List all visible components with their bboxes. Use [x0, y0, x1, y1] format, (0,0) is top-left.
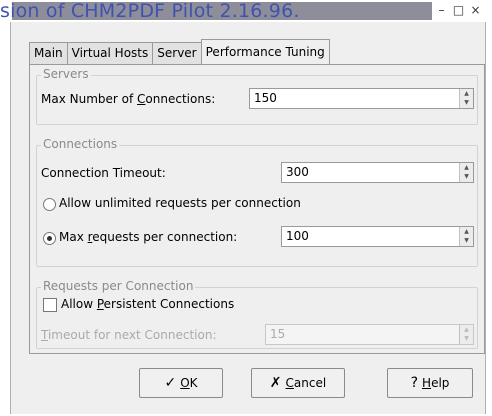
ok-label-mnemonic: O: [180, 376, 190, 390]
spinner-arrows-icon[interactable]: ▲ ▼: [459, 163, 473, 182]
connection-timeout-spinner[interactable]: 300 ▲ ▼: [281, 162, 474, 183]
unlimited-requests-radio[interactable]: [43, 198, 56, 211]
unlimited-requests-label[interactable]: Allow unlimited requests per connection: [59, 196, 301, 210]
cancel-label: Cancel: [286, 376, 327, 390]
tab-panel: Servers Max Number of Connections: 150 ▲…: [29, 64, 485, 354]
connection-timeout-label: Connection Timeout:: [41, 166, 166, 180]
tab-virtual-hosts[interactable]: Virtual Hosts: [66, 42, 154, 64]
help-icon: ?: [410, 375, 419, 391]
persistent-label-post: ersistent Connections: [103, 297, 235, 311]
max-requests-label-post: equests per connection:: [92, 230, 238, 244]
cancel-button[interactable]: ✗ Cancel: [251, 368, 345, 398]
persistent-connections-checkbox[interactable]: [43, 298, 57, 312]
max-requests-value: 100: [286, 229, 309, 243]
timeout-next-label-mnemonic: T: [41, 328, 48, 342]
timeout-next-label-post: imeout for next Connection:: [47, 328, 217, 342]
spinner-arrows-icon[interactable]: ▲ ▼: [459, 325, 473, 344]
maximize-icon[interactable]: □: [451, 3, 466, 18]
close-icon[interactable]: ×: [468, 3, 483, 18]
persistent-label-pre: Allow: [61, 297, 97, 311]
minimize-icon[interactable]: –: [434, 3, 449, 18]
help-button[interactable]: ? Help: [387, 368, 473, 398]
max-requests-radio[interactable]: [43, 232, 56, 245]
tab-server[interactable]: Server: [152, 42, 202, 64]
max-requests-label-pre: Max: [59, 230, 88, 244]
servers-group-title: Servers: [41, 67, 91, 81]
tab-performance-tuning[interactable]: Performance Tuning: [200, 39, 330, 64]
help-label-mnemonic: H: [422, 376, 432, 390]
cancel-label-mnemonic: C: [285, 376, 294, 390]
help-label-post: elp: [431, 376, 450, 390]
ok-icon: ✓: [164, 375, 177, 391]
dialog-body: Main Virtual Hosts Server Performance Tu…: [10, 22, 486, 414]
max-connections-label-pre: Max Number of: [41, 92, 138, 106]
ok-label: OK: [180, 376, 197, 390]
connections-group: Connections Connection Timeout: 300 ▲ ▼ A…: [36, 137, 478, 267]
title-watermark-text: sion of CHM2PDF Pilot 2.16.96.: [0, 0, 300, 22]
max-connections-label-post: onnections:: [145, 92, 216, 106]
max-requests-label[interactable]: Max requests per connection:: [59, 230, 237, 244]
requests-per-connection-group: Requests per Connection Allow Persistent…: [36, 279, 478, 349]
connections-group-title: Connections: [41, 137, 120, 151]
servers-group: Servers Max Number of Connections: 150 ▲…: [36, 67, 478, 125]
max-requests-spinner[interactable]: 100 ▲ ▼: [281, 226, 474, 247]
persistent-connections-label[interactable]: Allow Persistent Connections: [61, 297, 234, 311]
ok-button[interactable]: ✓ OK: [139, 368, 223, 398]
timeout-next-connection-label: Timeout for next Connection:: [41, 328, 217, 342]
tab-main[interactable]: Main: [29, 42, 68, 64]
window-titlebar: sion of CHM2PDF Pilot 2.16.96. – □ ×: [0, 0, 492, 22]
cancel-label-post: ancel: [293, 376, 327, 390]
persistent-label-mnemonic: P: [96, 297, 104, 311]
max-connections-value: 150: [254, 91, 277, 105]
spinner-arrows-icon[interactable]: ▲ ▼: [459, 227, 473, 246]
spinner-arrows-icon[interactable]: ▲ ▼: [459, 89, 473, 108]
requests-group-title: Requests per Connection: [41, 279, 196, 293]
tab-bar: Main Virtual Hosts Server Performance Tu…: [29, 39, 330, 64]
ok-label-post: K: [189, 376, 198, 390]
max-connections-label: Max Number of Connections:: [41, 92, 215, 106]
cancel-icon: ✗: [269, 375, 282, 391]
timeout-next-connection-spinner[interactable]: 15 ▲ ▼: [265, 324, 474, 345]
help-label: Help: [422, 376, 449, 390]
max-connections-spinner[interactable]: 150 ▲ ▼: [249, 88, 474, 109]
connection-timeout-value: 300: [286, 165, 309, 179]
timeout-next-connection-value: 15: [270, 327, 286, 341]
